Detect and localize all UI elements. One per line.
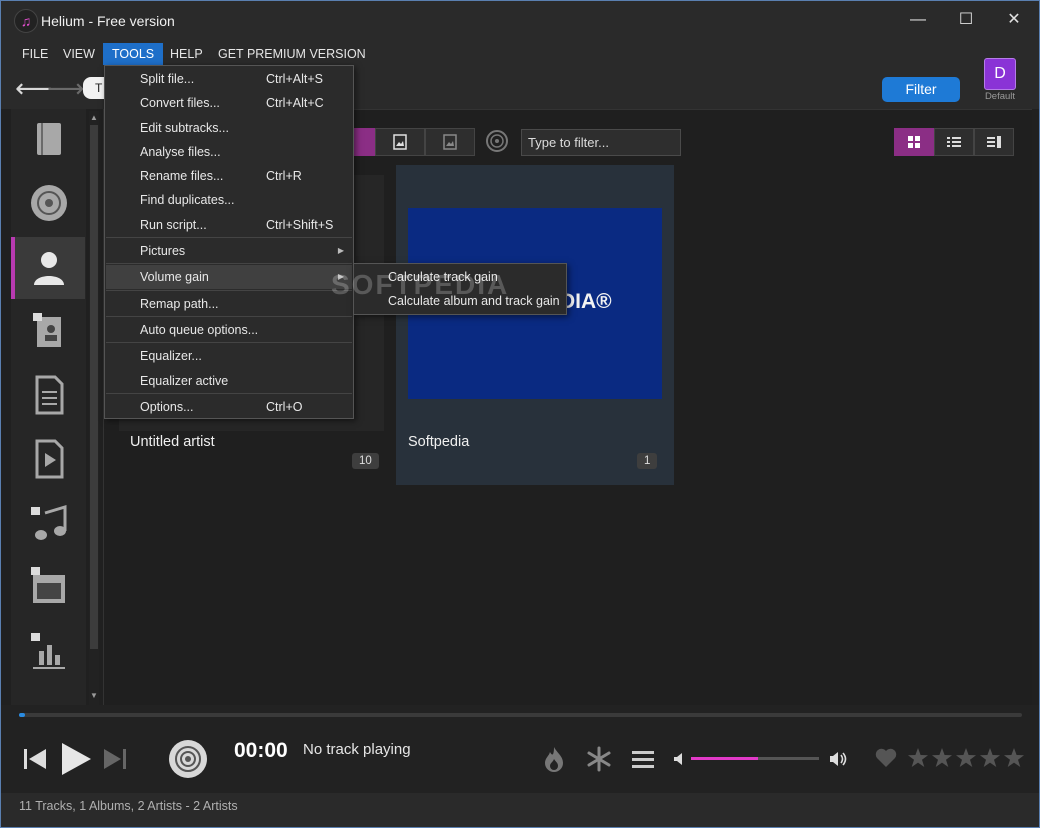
- grid-icon: [908, 136, 920, 148]
- detail-list-icon: [987, 136, 1001, 148]
- sidebar-item-music[interactable]: [11, 493, 85, 555]
- volume-slider-fill: [691, 757, 758, 760]
- minimize-button[interactable]: —: [903, 7, 933, 33]
- sidebar-item-calendar[interactable]: [11, 557, 85, 619]
- menu-separator: [106, 263, 352, 264]
- menu-item-remap-path[interactable]: Remap path...: [106, 292, 352, 316]
- disc-icon: [31, 185, 67, 221]
- artist-track-count: 10: [352, 453, 379, 469]
- forward-arrow-icon[interactable]: ⟶: [47, 73, 84, 103]
- sidebar-scrollbar-thumb[interactable]: [90, 125, 98, 649]
- menu-separator: [106, 290, 352, 291]
- filter-button[interactable]: Filter: [882, 77, 960, 102]
- maximize-button[interactable]: ☐: [951, 7, 981, 33]
- menu-separator: [106, 316, 352, 317]
- previous-track-icon[interactable]: [21, 745, 49, 773]
- seek-bar[interactable]: [19, 713, 1022, 717]
- menu-separator: [106, 237, 352, 238]
- music-note-icon: ♫: [14, 9, 38, 33]
- star-icon[interactable]: [1004, 748, 1024, 767]
- menu-item-pictures[interactable]: Pictures ▶: [106, 239, 352, 263]
- profile-label: Default: [984, 91, 1016, 102]
- star-icon[interactable]: [980, 748, 1000, 767]
- star-icon[interactable]: [932, 748, 952, 767]
- status-text: 11 Tracks, 1 Albums, 2 Artists - 2 Artis…: [19, 799, 238, 813]
- close-button[interactable]: ✕: [999, 7, 1029, 33]
- asterisk-icon[interactable]: [586, 746, 612, 772]
- document-icon: [35, 375, 64, 415]
- submenu-arrow-icon: ▶: [337, 246, 344, 255]
- volume-low-icon[interactable]: [673, 752, 685, 766]
- menu-view[interactable]: VIEW: [54, 43, 104, 65]
- locked-contact-icon: [33, 313, 61, 347]
- play-icon[interactable]: [58, 741, 94, 777]
- menu-item-run-script[interactable]: Run script... Ctrl+Shift+S: [106, 213, 352, 237]
- view-pictures-alt-toggle[interactable]: [425, 128, 475, 156]
- next-track-icon[interactable]: [101, 745, 129, 773]
- window-title: Helium - Free version: [41, 13, 175, 29]
- menu-get-premium[interactable]: GET PREMIUM VERSION: [209, 43, 375, 65]
- menu-item-split-file[interactable]: Split file... Ctrl+Alt+S: [106, 67, 352, 91]
- heart-icon[interactable]: [874, 747, 898, 769]
- star-icon[interactable]: [908, 748, 928, 767]
- menu-icon[interactable]: [631, 749, 655, 769]
- star-icon[interactable]: [956, 748, 976, 767]
- menu-item-analyse-files[interactable]: Analyse files...: [106, 140, 352, 164]
- seek-bar-fill: [19, 713, 25, 717]
- menu-item-equalizer[interactable]: Equalizer...: [106, 344, 352, 368]
- picture-icon: [393, 134, 407, 150]
- menu-item-options[interactable]: Options... Ctrl+O: [106, 395, 352, 419]
- profile-avatar[interactable]: D: [984, 58, 1016, 90]
- menu-separator: [106, 393, 352, 394]
- rating-stars[interactable]: [907, 747, 1025, 769]
- menu-help[interactable]: HELP: [161, 43, 212, 65]
- list-icon: [947, 137, 961, 147]
- sidebar-item-albums[interactable]: [11, 173, 85, 235]
- disc-icon: [169, 740, 207, 778]
- menu-item-volume-gain[interactable]: Volume gain ▶: [106, 265, 352, 289]
- scroll-up-icon[interactable]: ▲: [89, 113, 99, 122]
- watermark: SOFTPEDIA: [331, 269, 510, 300]
- sidebar-item-library[interactable]: [11, 109, 85, 171]
- sidebar-item-videos[interactable]: [11, 429, 85, 491]
- disc-icon[interactable]: [485, 129, 509, 153]
- menu-separator: [106, 342, 352, 343]
- playback-time: 00:00: [234, 739, 288, 762]
- artist-track-count: 1: [637, 453, 658, 469]
- filter-input[interactable]: Type to filter...: [521, 129, 681, 156]
- menu-item-convert-files[interactable]: Convert files... Ctrl+Alt+C: [106, 91, 352, 115]
- sidebar-item-playlists[interactable]: [11, 365, 85, 427]
- view-pictures-toggle[interactable]: [375, 128, 425, 156]
- menu-item-edit-subtracks[interactable]: Edit subtracks...: [106, 116, 352, 140]
- grid-view-button[interactable]: [894, 128, 934, 156]
- play-file-icon: [35, 439, 64, 479]
- person-icon: [34, 252, 64, 285]
- scroll-down-icon[interactable]: ▼: [89, 691, 99, 700]
- menu-item-find-duplicates[interactable]: Find duplicates...: [106, 188, 352, 212]
- detail-view-button[interactable]: [974, 128, 1014, 156]
- sidebar-item-contacts[interactable]: [11, 301, 85, 363]
- menu-item-rename-files[interactable]: Rename files... Ctrl+R: [106, 164, 352, 188]
- picture-dim-icon: [443, 134, 457, 150]
- sidebar-item-statistics[interactable]: [11, 621, 85, 683]
- volume-high-icon[interactable]: [829, 750, 849, 768]
- list-view-button[interactable]: [934, 128, 974, 156]
- menu-tools[interactable]: TOOLS: [103, 43, 164, 65]
- book-icon: [37, 123, 61, 155]
- locked-music-icon: [31, 504, 67, 540]
- artist-art-text: DIA®: [560, 290, 612, 313]
- menu-item-auto-queue-options[interactable]: Auto queue options...: [106, 318, 352, 342]
- artist-name: Untitled artist: [130, 434, 215, 450]
- flame-icon[interactable]: [541, 745, 567, 773]
- tools-menu: Split file... Ctrl+Alt+S Convert files...…: [104, 65, 354, 419]
- menu-file[interactable]: FILE: [13, 43, 57, 65]
- locked-calendar-icon: [31, 567, 65, 603]
- locked-chart-icon: [31, 633, 65, 669]
- now-playing-text: No track playing: [303, 741, 411, 758]
- app-window: ♫ Helium - Free version — ☐ ✕ FILE VIEW …: [0, 0, 1040, 828]
- artist-name: Softpedia: [408, 434, 470, 450]
- menu-item-equalizer-active[interactable]: Equalizer active: [106, 369, 352, 393]
- sidebar-item-artists[interactable]: [11, 237, 85, 299]
